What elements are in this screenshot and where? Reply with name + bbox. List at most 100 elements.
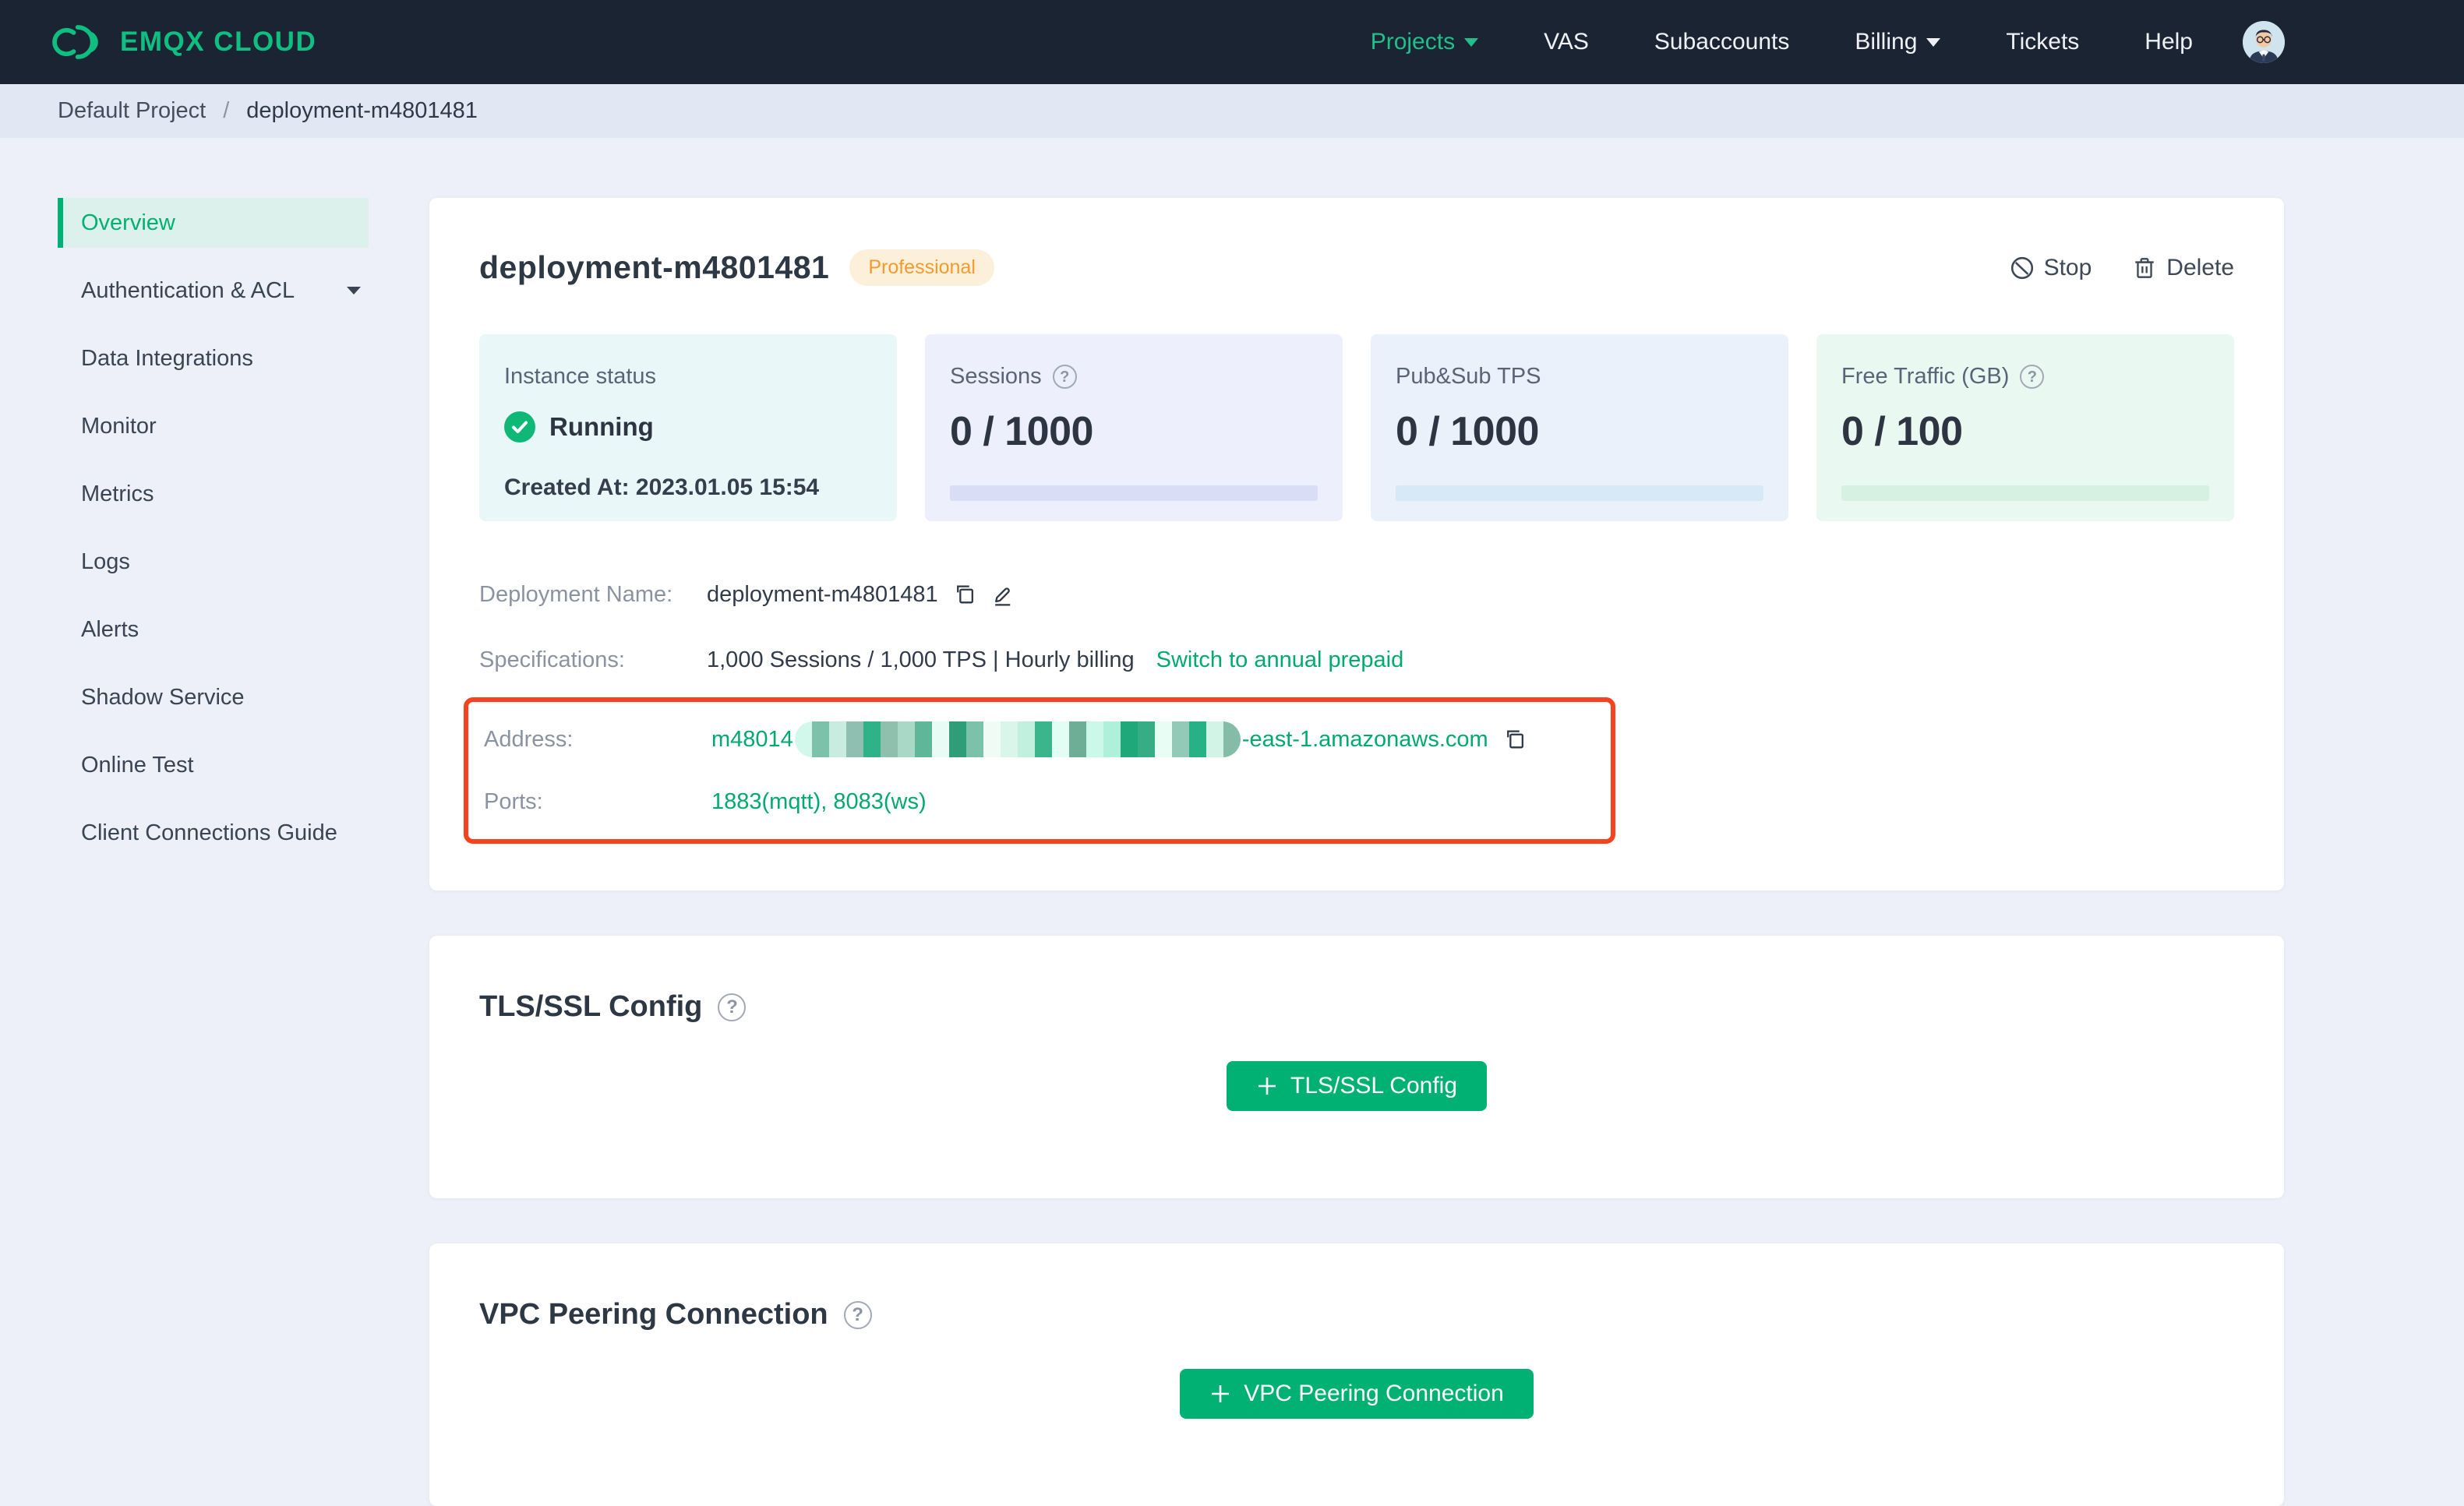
redacted-pixel-block [1086, 721, 1103, 757]
instance-status-label: Instance status [504, 364, 657, 389]
traffic-value: 0 / 100 [1841, 409, 1963, 454]
stop-button[interactable]: Stop [2010, 255, 2092, 281]
redacted-pixel-block [1068, 721, 1086, 757]
sidebar-item[interactable]: Client Connections Guide [58, 808, 369, 858]
address-suffix: -east-1.amazonaws.com [1241, 726, 1488, 752]
specifications-value: 1,000 Sessions / 1,000 TPS | Hourly bill… [707, 647, 1135, 672]
help-icon[interactable]: ? [718, 993, 747, 1021]
breadcrumb-separator: / [223, 98, 230, 123]
tls-ssl-card: TLS/SSL Config ? TLS/SSL Config [429, 936, 2284, 1198]
deployment-details: Deployment Name: deployment-m4801481 Spe… [464, 562, 2234, 844]
sidebar: Overview Authentication & ACL Data Integ… [0, 138, 429, 876]
sidebar-item[interactable]: Online Test [58, 740, 369, 790]
tls-ssl-heading: TLS/SSL Config [479, 990, 703, 1023]
sidebar-item[interactable]: Monitor [58, 401, 369, 451]
deployment-overview-card: deployment-m4801481 Professional Stop De… [429, 198, 2284, 891]
specifications-row: Specifications: 1,000 Sessions / 1,000 T… [479, 627, 2234, 693]
user-avatar[interactable] [2243, 21, 2285, 63]
copy-deployment-name-button[interactable] [952, 583, 976, 607]
sidebar-item[interactable]: Overview [58, 198, 369, 248]
breadcrumb-current: deployment-m4801481 [246, 98, 478, 123]
sidebar-item-label: Shadow Service [81, 684, 245, 710]
redacted-pixel-block [1051, 721, 1069, 757]
redacted-pixel-block [914, 721, 932, 757]
specifications-label: Specifications: [479, 647, 625, 672]
redacted-pixel-block [1188, 721, 1206, 757]
add-vpc-peering-button[interactable]: VPC Peering Connection [1180, 1369, 1534, 1419]
sidebar-item[interactable]: Data Integrations [58, 333, 369, 383]
sidebar-item-label: Online Test [81, 752, 194, 778]
redacted-pixel-block [948, 721, 966, 757]
breadcrumb-project[interactable]: Default Project [58, 98, 206, 124]
free-traffic-card: Free Traffic (GB) ? 0 / 100 [1816, 334, 2234, 521]
plus-icon [1258, 1077, 1276, 1095]
redacted-pixel-block [965, 721, 983, 757]
stop-icon [2010, 256, 2033, 279]
redacted-pixel-block [828, 721, 846, 757]
nav-item[interactable]: Tickets [2006, 29, 2079, 55]
brand-logo[interactable]: EMQX CLOUD [51, 22, 316, 62]
deployment-actions: Stop Delete [2010, 255, 2234, 281]
redacted-pixel-block [983, 721, 1001, 757]
deployment-name-value: deployment-m4801481 [707, 581, 938, 607]
redacted-pixel-block [1223, 721, 1241, 757]
copy-address-button[interactable] [1502, 728, 1527, 752]
stop-label: Stop [2043, 254, 2092, 280]
nav-item-label: Help [2145, 29, 2193, 55]
chevron-down-icon [347, 287, 361, 294]
add-tls-ssl-button[interactable]: TLS/SSL Config [1227, 1061, 1487, 1111]
redacted-address-mosaic [794, 721, 1241, 757]
top-nav-menu: Projects VAS Subaccounts Billing Tickets… [1371, 29, 2193, 55]
redacted-pixel-block [1017, 721, 1035, 757]
copy-icon [1506, 730, 1523, 748]
nav-item[interactable]: Billing [1855, 29, 1941, 55]
edit-deployment-name-button[interactable] [990, 583, 1015, 607]
main-content: deployment-m4801481 Professional Stop De… [429, 138, 2284, 1506]
sidebar-item[interactable]: Shadow Service [58, 672, 369, 722]
pencil-icon [994, 587, 1010, 606]
nav-item-label: Billing [1855, 29, 1918, 55]
breadcrumb: Default Project / deployment-m4801481 [0, 84, 2464, 138]
ports-label: Ports: [484, 788, 543, 814]
vpc-peering-heading: VPC Peering Connection [479, 1298, 828, 1331]
add-tls-ssl-label: TLS/SSL Config [1290, 1073, 1457, 1099]
created-at-text: Created At: 2023.01.05 15:54 [504, 474, 820, 500]
sessions-progress-bar [950, 485, 1318, 501]
redacted-pixel-block [1034, 721, 1052, 757]
nav-item[interactable]: Subaccounts [1654, 29, 1789, 55]
brand-name: EMQX CLOUD [120, 26, 317, 57]
sidebar-item[interactable]: Authentication & ACL [58, 266, 369, 316]
instance-status-card: Instance status Running Created At: 2023… [479, 334, 897, 521]
tps-progress-bar [1396, 485, 1763, 501]
sidebar-item[interactable]: Alerts [58, 605, 369, 654]
nav-item-label: Tickets [2006, 29, 2080, 55]
sidebar-item-label: Authentication & ACL [81, 277, 295, 303]
nav-item-label: Subaccounts [1654, 29, 1790, 55]
help-icon[interactable]: ? [1052, 365, 1077, 389]
redacted-pixel-block [931, 721, 949, 757]
redacted-pixel-block [1137, 721, 1155, 757]
avatar-illustration [2243, 21, 2285, 63]
sidebar-item[interactable]: Metrics [58, 469, 369, 519]
sidebar-item[interactable]: Logs [58, 537, 369, 587]
redacted-pixel-block [1154, 721, 1172, 757]
help-icon[interactable]: ? [843, 1300, 872, 1329]
trash-icon [2135, 257, 2155, 278]
switch-billing-link[interactable]: Switch to annual prepaid [1156, 647, 1404, 673]
redacted-pixel-block [1171, 721, 1189, 757]
delete-button[interactable]: Delete [2132, 255, 2234, 281]
sessions-label: Sessions [950, 364, 1042, 389]
traffic-progress-bar [1841, 485, 2209, 501]
nav-item[interactable]: VAS [1544, 29, 1589, 55]
nav-item[interactable]: Help [2145, 29, 2193, 55]
pubsub-tps-card: Pub&Sub TPS 0 / 1000 [1371, 334, 1788, 521]
ports-value: 1883(mqtt), 8083(ws) [711, 788, 927, 814]
emqx-logo-icon [52, 25, 98, 59]
help-icon[interactable]: ? [2020, 365, 2045, 389]
redacted-pixel-block [1120, 721, 1138, 757]
copy-icon [956, 585, 973, 603]
deployment-name-row: Deployment Name: deployment-m4801481 [479, 562, 2234, 627]
redacted-pixel-block [811, 721, 829, 757]
stats-row: Instance status Running Created At: 2023… [479, 334, 2234, 521]
nav-item[interactable]: Projects [1371, 29, 1479, 55]
